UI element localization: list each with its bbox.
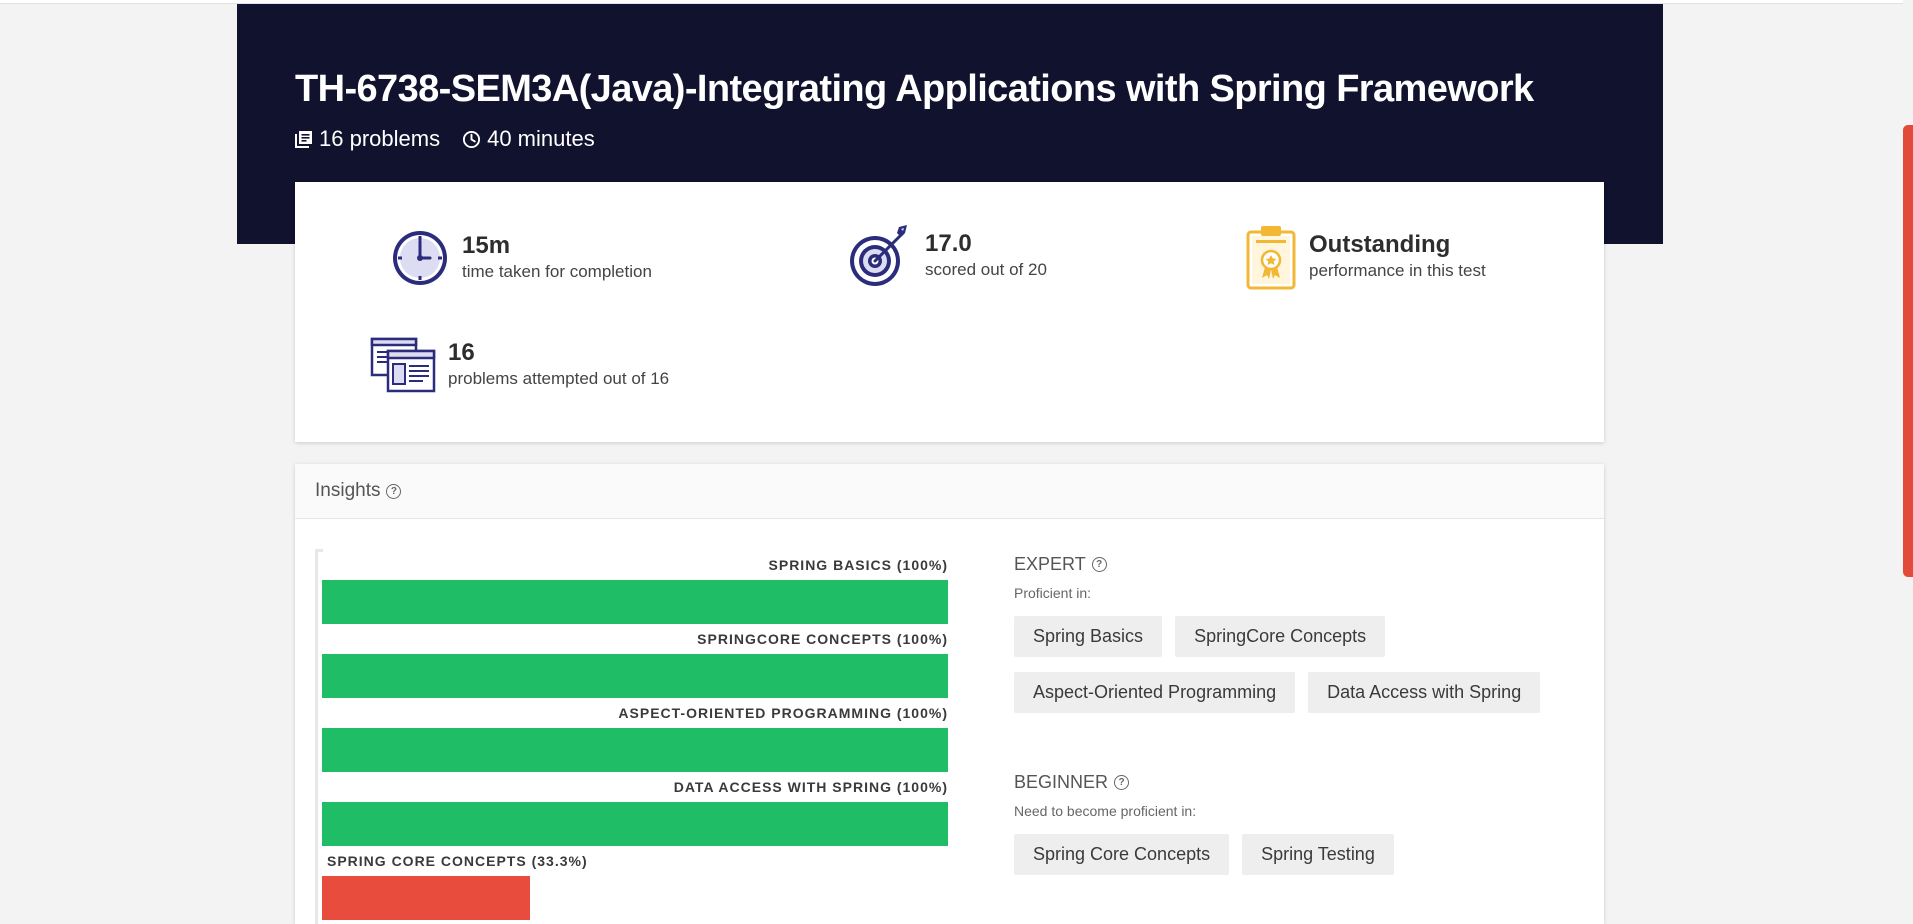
- documents-icon: [370, 337, 436, 393]
- stat-time-value: 15m: [462, 232, 511, 259]
- bar[interactable]: [322, 728, 948, 772]
- bar[interactable]: [322, 580, 948, 624]
- clock-icon: [390, 228, 450, 288]
- skills-bar-chart: SPRING BASICS (100%) SPRINGCORE CONCEPTS …: [315, 549, 955, 924]
- bar-label: SPRINGCORE CONCEPTS (100%): [697, 631, 948, 647]
- insights-header: Insights ?: [295, 464, 1604, 519]
- expert-title: EXPERT ?: [1014, 554, 1574, 575]
- skill-chip: Aspect-Oriented Programming: [1014, 672, 1296, 713]
- stat-score-value: 17.0: [925, 230, 972, 257]
- stat-time-label: time taken for completion: [462, 262, 652, 281]
- help-icon[interactable]: ?: [386, 483, 402, 499]
- beginner-section: BEGINNER ? Need to become proficient in:…: [1014, 772, 1574, 890]
- bar[interactable]: [322, 654, 948, 698]
- bar-label: DATA ACCESS WITH SPRING (100%): [673, 779, 948, 795]
- skill-chip: SpringCore Concepts: [1175, 616, 1386, 657]
- problems-icon: [295, 131, 312, 148]
- expert-section: EXPERT ? Proficient in: Spring Basics Sp…: [1014, 554, 1574, 728]
- skill-chip: Spring Testing: [1242, 834, 1394, 875]
- bar-label: SPRING CORE CONCEPTS (33.3%): [327, 853, 588, 869]
- scrollbar[interactable]: [1903, 0, 1913, 909]
- problems-count-label: 16 problems: [319, 126, 441, 151]
- stat-performance: Outstanding performance in this test: [1245, 224, 1486, 290]
- insights-panel: Insights ? SPRING BASICS (100%) SPRINGCOR…: [295, 464, 1604, 924]
- test-title: TH-6738-SEM3A(Java)-Integrating Applicat…: [295, 68, 1534, 110]
- target-icon: [847, 223, 913, 289]
- problems-count: 16 problems: [295, 126, 440, 152]
- test-duration: 40 minutes: [462, 126, 595, 152]
- expert-chips: Spring Basics SpringCore Concepts Aspect…: [1014, 616, 1574, 728]
- certificate-icon: [1245, 224, 1297, 290]
- summary-card: 15m time taken for completion 17.0 score…: [295, 182, 1604, 442]
- bar[interactable]: [322, 802, 948, 846]
- beginner-help-icon[interactable]: ?: [1114, 775, 1130, 790]
- stat-performance-value: Outstanding: [1309, 231, 1451, 258]
- beginner-title: BEGINNER ?: [1014, 772, 1574, 793]
- expert-subtitle: Proficient in:: [1014, 585, 1092, 601]
- beginner-title-text: BEGINNER: [1014, 772, 1109, 792]
- duration-label: 40 minutes: [487, 126, 595, 151]
- bar-label: ASPECT-ORIENTED PROGRAMMING (100%): [618, 705, 948, 721]
- stat-time-taken: 15m time taken for completion: [390, 228, 652, 288]
- skill-chip: Data Access with Spring: [1308, 672, 1541, 713]
- stat-attempted-label: problems attempted out of 16: [448, 369, 670, 388]
- expert-help-icon[interactable]: ?: [1091, 557, 1107, 572]
- beginner-chips: Spring Core Concepts Spring Testing: [1014, 834, 1574, 890]
- clock-small-icon: [463, 130, 481, 148]
- bar[interactable]: [322, 876, 531, 920]
- skills-summary: EXPERT ? Proficient in: Spring Basics Sp…: [1014, 554, 1574, 890]
- stat-score: 17.0 scored out of 20: [847, 223, 1047, 289]
- stat-score-label: scored out of 20: [925, 260, 1047, 279]
- skill-chip: Spring Basics: [1014, 616, 1163, 657]
- stat-attempted: 16 problems attempted out of 16: [370, 337, 669, 393]
- insights-title: Insights: [315, 480, 381, 501]
- stat-attempted-value: 16: [448, 339, 475, 366]
- bar-label: SPRING BASICS (100%): [768, 557, 948, 573]
- test-meta: 16 problems 40 minutes: [295, 126, 617, 152]
- skill-chip: Spring Core Concepts: [1014, 834, 1230, 875]
- beginner-subtitle: Need to become proficient in:: [1014, 803, 1197, 819]
- stat-performance-label: performance in this test: [1309, 261, 1486, 280]
- expert-title-text: EXPERT: [1014, 554, 1086, 574]
- scrollbar-thumb[interactable]: [1903, 125, 1913, 577]
